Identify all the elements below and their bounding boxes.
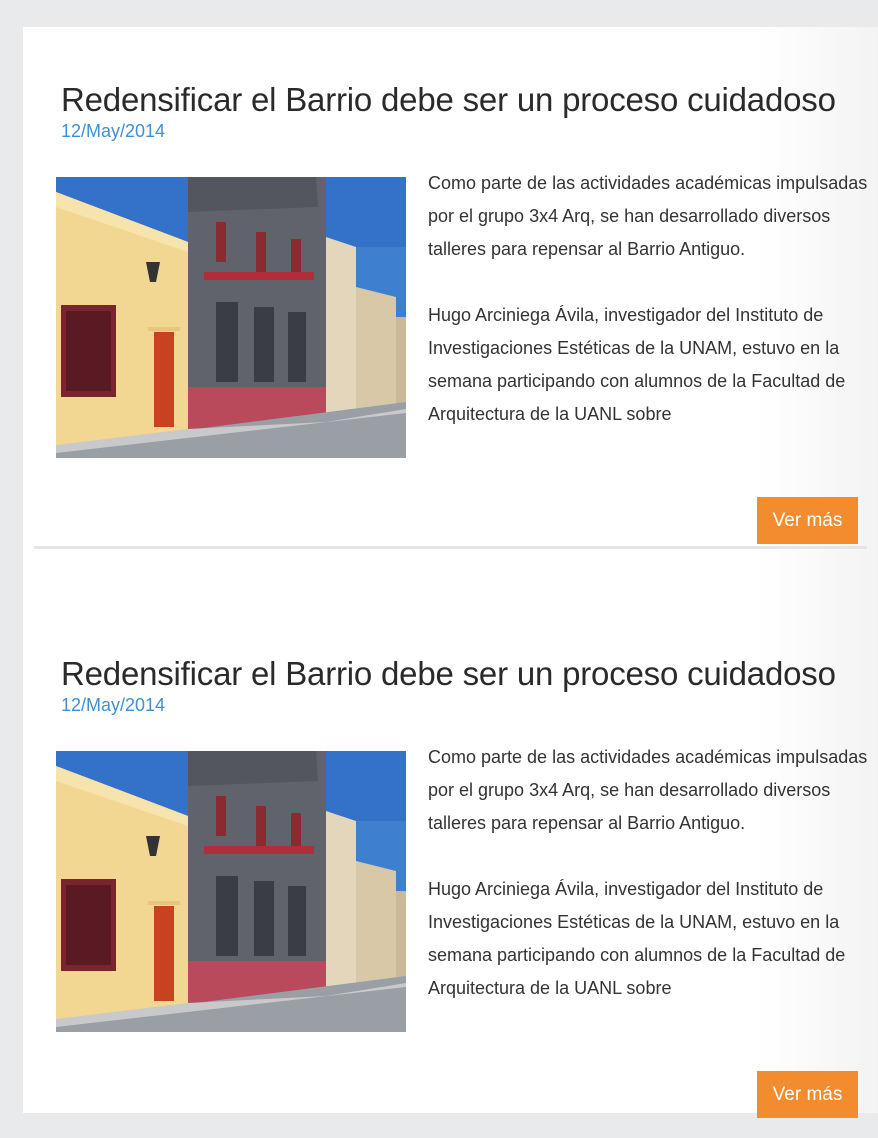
excerpt-paragraph: Como parte de las actividades académicas… xyxy=(428,747,868,833)
post-divider xyxy=(34,546,867,549)
post-image[interactable] xyxy=(56,751,406,1032)
street-photo xyxy=(56,177,406,458)
post-date: 12/May/2014 xyxy=(61,695,166,715)
excerpt-paragraph: Hugo Arciniega Ávila, investigador del I… xyxy=(428,879,846,998)
content-card: Redensificar el Barrio debe ser un proce… xyxy=(23,27,878,1118)
post-title[interactable]: Redensificar el Barrio debe ser un proce… xyxy=(61,80,836,120)
post-excerpt: Como parte de las actividades académicas… xyxy=(428,741,868,1036)
excerpt-paragraph: Hugo Arciniega Ávila, investigador del I… xyxy=(428,305,846,424)
post-date: 12/May/2014 xyxy=(61,121,166,141)
post-excerpt: Como parte de las actividades académicas… xyxy=(428,167,868,462)
street-photo xyxy=(56,751,406,1032)
post-image[interactable] xyxy=(56,177,406,458)
excerpt-paragraph: Como parte de las actividades académicas… xyxy=(428,173,868,259)
post-title[interactable]: Redensificar el Barrio debe ser un proce… xyxy=(61,654,836,694)
read-more-button[interactable]: Ver más xyxy=(757,1071,858,1118)
read-more-button[interactable]: Ver más xyxy=(757,497,858,544)
